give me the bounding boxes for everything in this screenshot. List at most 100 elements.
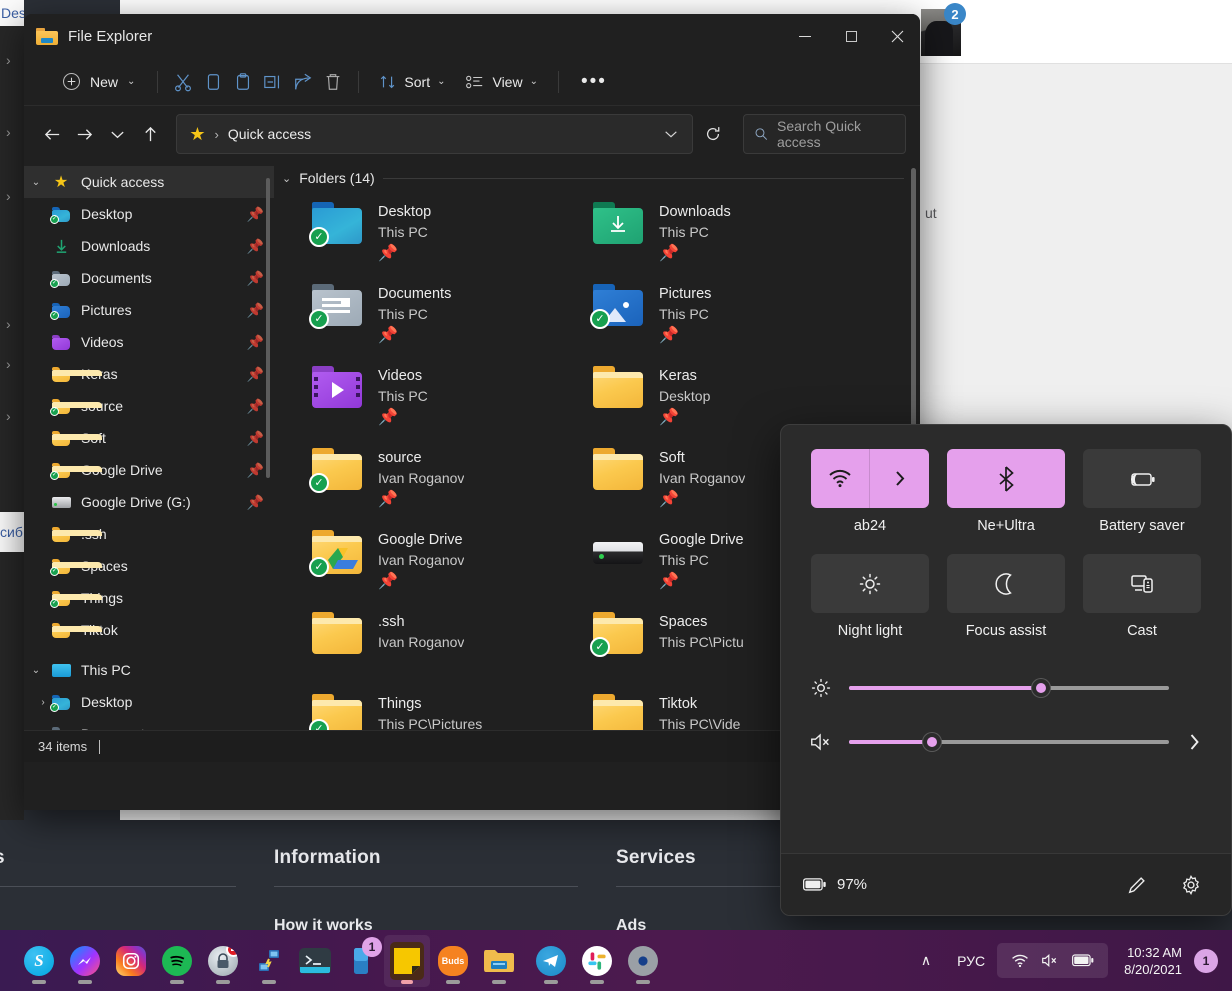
taskbar-app-telegram[interactable] xyxy=(528,935,574,987)
pin-icon[interactable]: 📌 xyxy=(247,430,264,447)
pin-icon[interactable]: 📌 xyxy=(247,270,264,287)
sidebar-item-downloads[interactable]: Downloads 📌 xyxy=(24,230,274,262)
quick-settings-button[interactable] xyxy=(997,943,1109,978)
sidebar-scrollbar[interactable] xyxy=(266,178,270,478)
clock[interactable]: 10:32 AM 8/20/2021 xyxy=(1108,944,1194,978)
chevron-down-icon[interactable]: ⌄ xyxy=(24,177,48,188)
taskbar-app-messenger[interactable] xyxy=(62,935,108,987)
volume-muted-icon[interactable] xyxy=(809,731,833,753)
chevron-right-icon[interactable]: › xyxy=(24,729,48,731)
open-settings-button[interactable] xyxy=(1173,867,1209,903)
taskbar-app-spotify[interactable] xyxy=(154,935,200,987)
close-button[interactable] xyxy=(874,14,920,58)
wifi-toggle[interactable] xyxy=(811,449,929,508)
sidebar-item-this-pc-documents[interactable]: › ✓ Documents xyxy=(24,718,274,730)
sidebar-item-quick-access[interactable]: ⌄ ★ Quick access xyxy=(24,166,274,198)
back-button[interactable] xyxy=(38,117,67,151)
volume-slider[interactable] xyxy=(849,733,1169,751)
view-button[interactable]: View ⌄ xyxy=(455,67,547,97)
pin-icon[interactable]: 📌 xyxy=(247,302,264,319)
chevron-down-icon[interactable]: ⌄ xyxy=(24,665,48,676)
pin-icon[interactable]: 📌 xyxy=(247,462,264,479)
night-light-toggle[interactable] xyxy=(811,554,929,613)
tray-overflow-button[interactable]: ∧ xyxy=(907,944,945,977)
delete-button[interactable] xyxy=(318,67,348,97)
folder-tile-google-drive[interactable]: ✓ Google Drive Ivan Roganov 📌 xyxy=(290,520,571,602)
sidebar-item-pictures[interactable]: ✓ Pictures 📌 xyxy=(24,294,274,326)
taskbar-app-instagram[interactable] xyxy=(108,935,154,987)
taskbar-app-network-connection[interactable] xyxy=(246,935,292,987)
bluetooth-toggle[interactable] xyxy=(947,449,1065,508)
audio-output-expand-button[interactable] xyxy=(1185,732,1203,752)
battery-status[interactable]: 97% xyxy=(803,876,867,893)
pin-icon[interactable]: 📌 xyxy=(378,489,464,509)
cut-button[interactable] xyxy=(168,67,198,97)
sidebar-item-desktop[interactable]: ✓ Desktop 📌 xyxy=(24,198,274,230)
sidebar-item-this-pc-desktop[interactable]: › ✓ Desktop xyxy=(24,686,274,718)
pin-icon[interactable]: 📌 xyxy=(247,334,264,351)
address-input[interactable]: ★ › Quick access xyxy=(176,114,694,154)
sidebar-item-tiktok[interactable]: Tiktok xyxy=(24,614,274,646)
recent-locations-button[interactable] xyxy=(103,117,132,151)
pin-icon[interactable]: 📌 xyxy=(659,407,710,427)
pin-icon[interactable]: 📌 xyxy=(378,325,451,345)
new-button[interactable]: New ⌄ xyxy=(54,66,147,97)
folder-tile-source[interactable]: ✓ source Ivan Roganov 📌 xyxy=(290,438,571,520)
refresh-button[interactable] xyxy=(697,117,727,151)
folder-tile-pictures[interactable]: ✓ Pictures This PC 📌 xyxy=(571,274,852,356)
sort-button[interactable]: Sort ⌄ xyxy=(369,67,455,97)
focus-assist-toggle[interactable] xyxy=(947,554,1065,613)
pin-icon[interactable]: 📌 xyxy=(378,571,464,591)
cast-toggle[interactable] xyxy=(1083,554,1201,613)
pin-icon[interactable]: 📌 xyxy=(659,243,731,263)
copy-button[interactable] xyxy=(198,67,228,97)
wifi-icon[interactable] xyxy=(811,449,870,508)
taskbar-app-slack[interactable] xyxy=(574,935,620,987)
folder-tile-downloads[interactable]: Downloads This PC 📌 xyxy=(571,192,852,274)
rename-button[interactable] xyxy=(258,67,288,97)
notification-center-button[interactable]: 1 xyxy=(1194,948,1218,973)
taskbar-app-sticky-notes[interactable] xyxy=(384,934,430,987)
taskbar-app-ccleaner[interactable] xyxy=(200,935,246,987)
slider-thumb[interactable] xyxy=(1032,679,1050,697)
pin-icon[interactable]: 📌 xyxy=(247,398,264,415)
pin-icon[interactable]: 📌 xyxy=(659,571,744,591)
slider-thumb[interactable] xyxy=(923,733,942,751)
pin-icon[interactable]: 📌 xyxy=(378,243,431,263)
pin-icon[interactable]: 📌 xyxy=(378,407,428,427)
group-header-folders[interactable]: ⌄ Folders (14) xyxy=(274,162,920,192)
language-indicator[interactable]: РУС xyxy=(945,945,997,977)
more-options-button[interactable]: ••• xyxy=(569,71,619,93)
sidebar-item-spaces[interactable]: ✓ Spaces xyxy=(24,550,274,582)
sidebar-item-documents[interactable]: ✓ Documents 📌 xyxy=(24,262,274,294)
battery-saver-toggle[interactable] xyxy=(1083,449,1201,508)
folder-tile-desktop[interactable]: ✓ Desktop This PC 📌 xyxy=(290,192,571,274)
wifi-expand-button[interactable] xyxy=(870,449,929,508)
taskbar-app-file-explorer[interactable] xyxy=(476,935,522,987)
edit-quick-settings-button[interactable] xyxy=(1119,867,1155,903)
folder-tile-videos[interactable]: Videos This PC 📌 xyxy=(290,356,571,438)
up-button[interactable] xyxy=(136,117,165,151)
chevron-right-icon[interactable]: › xyxy=(24,697,48,708)
sidebar-item-google-drive[interactable]: ✓ Google Drive 📌 xyxy=(24,454,274,486)
sidebar-item-soft[interactable]: Soft 📌 xyxy=(24,422,274,454)
pin-icon[interactable]: 📌 xyxy=(659,489,745,509)
sidebar-item-ssh[interactable]: .ssh xyxy=(24,518,274,550)
folder-tile-things[interactable]: ✓ Things This PC\Pictures xyxy=(290,684,571,730)
pin-icon[interactable]: 📌 xyxy=(247,238,264,255)
pin-icon[interactable]: 📌 xyxy=(247,494,264,511)
sidebar-item-this-pc[interactable]: ⌄ This PC xyxy=(24,654,274,686)
taskbar-app-galaxy-buds[interactable]: Buds xyxy=(430,935,476,987)
share-button[interactable] xyxy=(288,67,318,97)
search-input[interactable]: Search Quick access xyxy=(742,114,906,154)
chevron-down-icon[interactable]: ⌄ xyxy=(282,172,291,185)
paste-button[interactable] xyxy=(228,67,258,97)
sidebar-item-videos[interactable]: Videos 📌 xyxy=(24,326,274,358)
sidebar-item-source[interactable]: ✓ source 📌 xyxy=(24,390,274,422)
brightness-slider[interactable] xyxy=(849,679,1169,697)
taskbar-app-skype[interactable]: S xyxy=(16,935,62,987)
taskbar-app-terminal[interactable] xyxy=(292,935,338,987)
sidebar-item-things[interactable]: ✓ Things xyxy=(24,582,274,614)
folder-tile-ssh[interactable]: .ssh Ivan Roganov xyxy=(290,602,571,684)
address-dropdown-button[interactable] xyxy=(654,117,688,151)
